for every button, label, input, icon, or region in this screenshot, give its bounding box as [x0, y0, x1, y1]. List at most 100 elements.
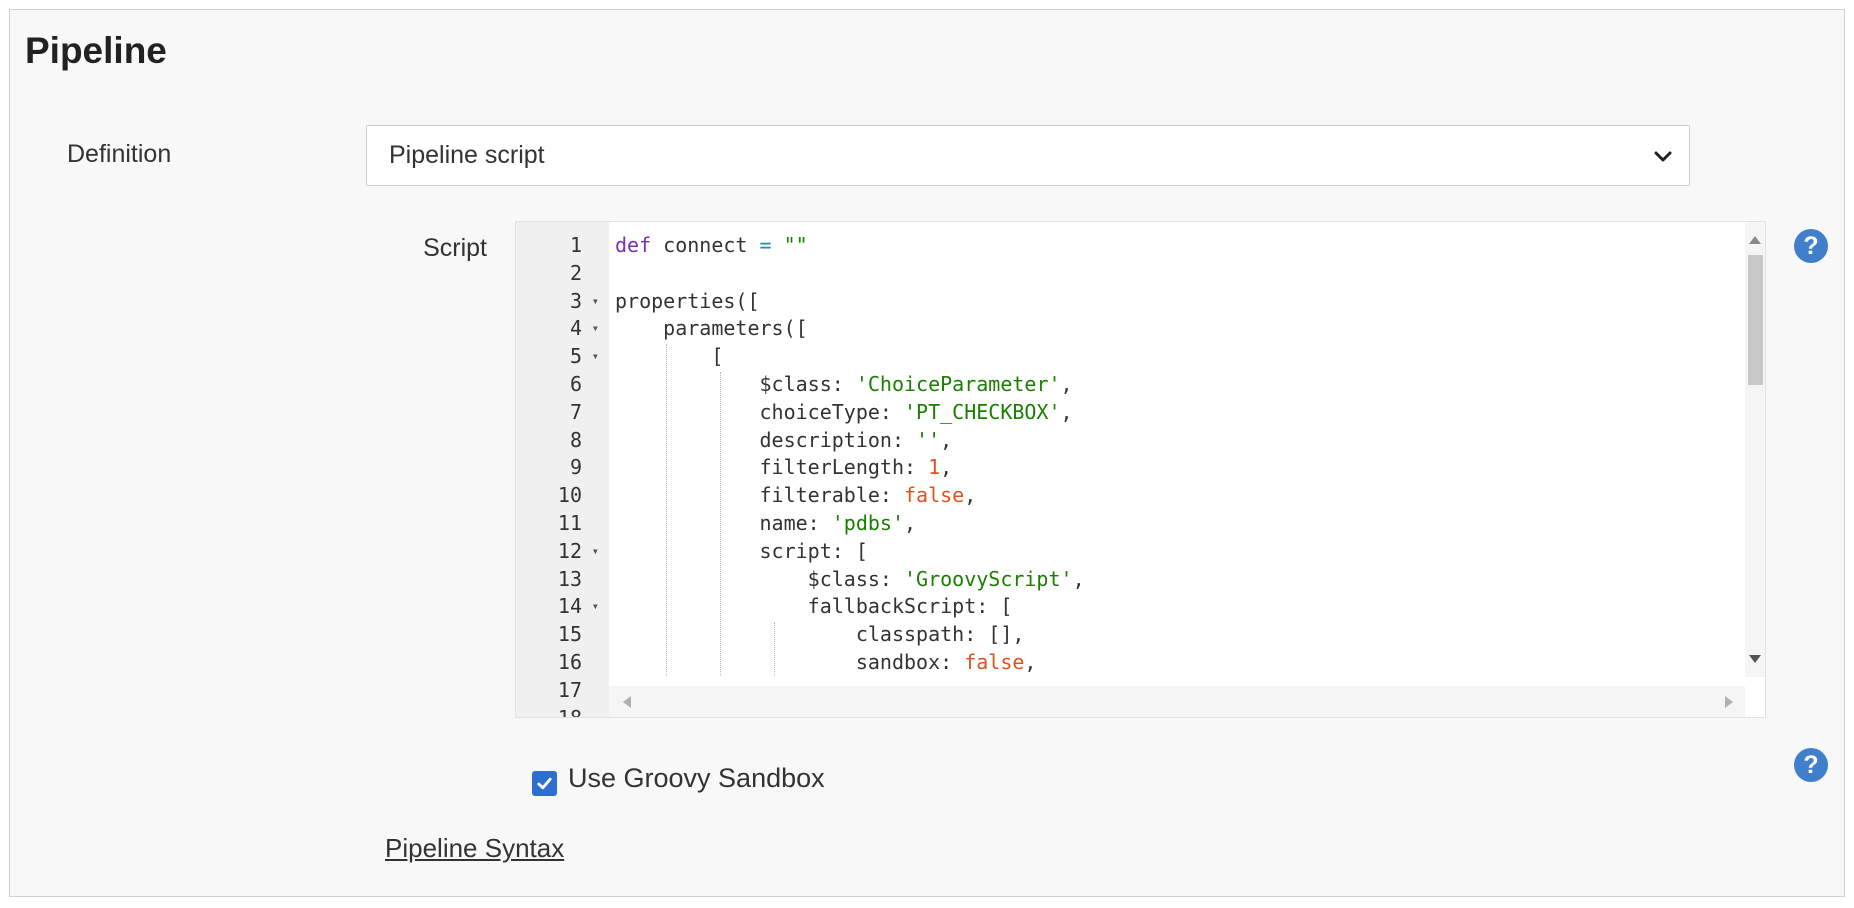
line-number: 5 ▾: [516, 343, 609, 371]
code-token: 'GroovyScript': [903, 566, 1073, 591]
code-token: choiceType:: [615, 399, 904, 424]
code-line: filterable: false,: [609, 482, 1639, 510]
scroll-thumb[interactable]: [1748, 255, 1763, 385]
fold-toggle-icon[interactable]: ▾: [592, 538, 599, 566]
code-token: '': [916, 427, 941, 452]
definition-select[interactable]: Pipeline script: [366, 125, 1690, 186]
scroll-right-icon[interactable]: [1725, 696, 1733, 708]
code-token: classpath: [],: [615, 622, 1025, 647]
code-line: parameters([: [609, 315, 1639, 343]
line-number-text: 12: [557, 538, 582, 563]
code-token: ,: [964, 483, 977, 508]
script-label: Script: [423, 234, 487, 262]
section-title: Pipeline: [25, 30, 167, 71]
code-line: choiceType: 'PT_CHECKBOX',: [609, 399, 1639, 427]
code-token: ,: [940, 455, 953, 480]
code-line: fallbackScript: [: [609, 593, 1639, 621]
code-token: ,: [1072, 566, 1085, 591]
code-token: properties([: [615, 288, 760, 313]
line-number-text: 13: [557, 566, 582, 591]
code-token: $class:: [615, 371, 856, 396]
code-token: filterable:: [615, 483, 904, 508]
code-line: name: 'pdbs',: [609, 510, 1639, 538]
definition-selected-value: Pipeline script: [389, 141, 545, 169]
line-number-text: 1: [569, 233, 582, 257]
line-number: 15: [516, 621, 609, 649]
fold-toggle-icon[interactable]: ▾: [592, 593, 599, 621]
code-token: "": [783, 233, 808, 257]
fold-toggle-icon[interactable]: ▾: [592, 315, 599, 343]
groovy-sandbox-label[interactable]: Use Groovy Sandbox: [568, 763, 825, 794]
code-token: $class:: [615, 566, 904, 591]
fold-toggle-icon[interactable]: ▾: [592, 288, 599, 316]
line-number: 1: [516, 232, 609, 260]
line-number: 14 ▾: [516, 593, 609, 621]
line-number-text: 15: [557, 622, 582, 647]
code-line: filterLength: 1,: [609, 454, 1639, 482]
code-line: $class: 'GroovyScript',: [609, 566, 1639, 594]
line-number-text: 6: [569, 371, 582, 396]
code-token: 'PT_CHECKBOX': [903, 399, 1061, 424]
scroll-up-icon[interactable]: [1749, 236, 1761, 244]
checkmark-icon: [537, 777, 552, 790]
line-number: 4 ▾: [516, 315, 609, 343]
code-token: description:: [615, 427, 917, 452]
line-number-text: 8: [569, 427, 582, 452]
code-token: name:: [615, 510, 832, 535]
code-token: false: [964, 649, 1025, 674]
code-token: ,: [904, 510, 917, 535]
sandbox-help-icon[interactable]: ?: [1794, 748, 1828, 782]
definition-label: Definition: [67, 140, 172, 168]
line-number: 8: [516, 427, 609, 455]
line-number-text: 9: [569, 455, 582, 480]
line-number-text: 11: [557, 510, 582, 535]
code-area[interactable]: def connect = "" properties([ parameters…: [609, 222, 1747, 677]
line-number: 7: [516, 399, 609, 427]
pipeline-syntax-link[interactable]: Pipeline Syntax: [385, 833, 564, 864]
line-number: 18: [516, 705, 609, 718]
groovy-sandbox-checkbox[interactable]: [532, 771, 557, 796]
code-token: script: [: [615, 538, 868, 563]
chevron-down-icon: [1654, 151, 1672, 162]
editor-gutter: 1 2 3 ▾ 4 ▾ 5 ▾ 6 7 8 9 10 11 12 ▾ 13 14 ▾ 15 16 17 18: [516, 222, 609, 717]
code-token: sandbox:: [615, 649, 965, 674]
line-number-text: 14: [557, 594, 582, 619]
horizontal-scrollbar[interactable]: [609, 686, 1745, 717]
code-token: def: [615, 233, 652, 257]
line-number-text: 17: [557, 677, 582, 702]
code-line: description: '',: [609, 427, 1639, 455]
code-line: sandbox: false,: [609, 649, 1639, 677]
code-token: connect: [651, 233, 760, 257]
code-token: 1: [928, 455, 941, 480]
pipeline-panel: Pipeline Definition Pipeline script Scri…: [9, 9, 1845, 897]
code-token: ,: [1060, 371, 1073, 396]
script-editor[interactable]: 1 2 3 ▾ 4 ▾ 5 ▾ 6 7 8 9 10 11 12 ▾ 13 14 ▾ 15 16 17 18 def con…: [515, 221, 1766, 718]
code-token: false: [903, 483, 965, 508]
line-number-text: 2: [569, 260, 582, 285]
scroll-left-icon[interactable]: [623, 696, 631, 708]
scroll-down-icon[interactable]: [1749, 655, 1761, 663]
line-number: 17: [516, 677, 609, 705]
code-token: filterLength:: [615, 455, 929, 480]
line-number: 16: [516, 649, 609, 677]
code-token: 'ChoiceParameter': [855, 371, 1061, 396]
code-line: script: [: [609, 538, 1639, 566]
line-number: 2: [516, 260, 609, 288]
line-number-text: 10: [557, 483, 582, 508]
code-token: parameters([: [615, 316, 808, 341]
line-number-text: 16: [557, 649, 582, 674]
line-number-text: 4: [569, 316, 582, 341]
line-number-text: 3: [569, 288, 582, 313]
code-token: ,: [1024, 649, 1037, 674]
line-number: 13: [516, 566, 609, 594]
fold-toggle-icon[interactable]: ▾: [592, 343, 599, 371]
script-help-icon[interactable]: ?: [1794, 229, 1828, 263]
line-number-text: 18: [557, 705, 582, 718]
line-number: 6: [516, 371, 609, 399]
code-token: fallbackScript: [: [615, 594, 1013, 619]
code-line: properties([: [609, 288, 1639, 316]
vertical-scrollbar[interactable]: [1745, 222, 1765, 677]
code-token: 'pdbs': [831, 510, 904, 535]
code-line: classpath: [],: [609, 621, 1639, 649]
